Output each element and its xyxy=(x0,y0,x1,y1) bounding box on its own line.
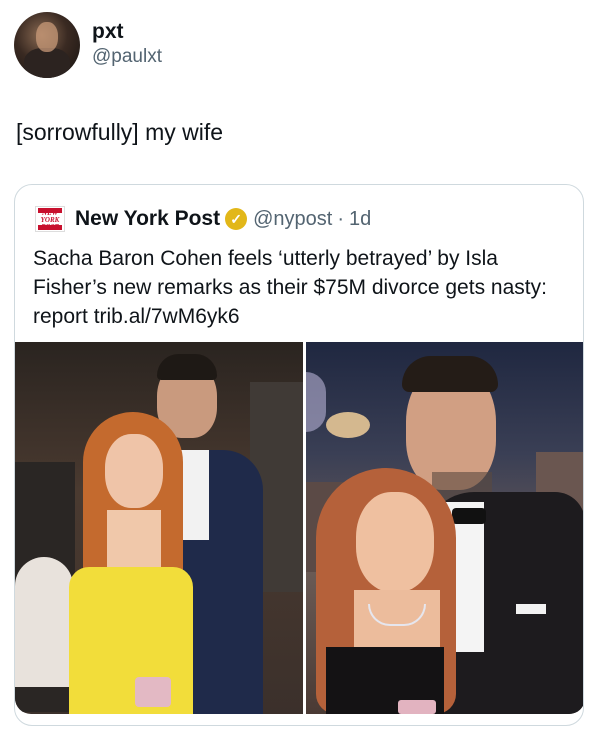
background-person-white xyxy=(15,557,73,687)
verified-badge-icon: ✓ xyxy=(225,208,248,230)
nypost-logo[interactable]: NEWYORKPOST xyxy=(35,206,65,232)
media-grid xyxy=(15,342,583,714)
photo-left[interactable] xyxy=(15,342,303,714)
tweet-text: [sorrowfully] my wife xyxy=(16,119,224,145)
tweet-header: pxt @paulxt xyxy=(14,12,162,78)
woman-face xyxy=(105,434,163,508)
chandelier xyxy=(326,412,370,438)
quoted-handle[interactable]: @nypost xyxy=(253,208,332,231)
stage-light xyxy=(306,372,326,432)
man-hair xyxy=(402,356,498,392)
phone xyxy=(398,700,436,714)
photo-right[interactable] xyxy=(306,342,583,714)
woman-face xyxy=(356,492,434,592)
quoted-timestamp[interactable]: 1d xyxy=(349,208,371,231)
display-name[interactable]: pxt xyxy=(92,20,162,44)
man-hair xyxy=(157,354,217,380)
woman-yellow-dress xyxy=(69,567,193,714)
woman-chest xyxy=(107,510,161,570)
quoted-display-name[interactable]: New York Post xyxy=(75,207,220,231)
quoted-tweet-header: NEWYORKPOST New York Post ✓ @nypost · 1d xyxy=(35,205,371,233)
user-handle[interactable]: @paulxt xyxy=(92,44,162,70)
user-names: pxt @paulxt xyxy=(92,20,162,70)
avatar-face xyxy=(36,22,58,52)
user-avatar[interactable] xyxy=(14,12,80,78)
phone-in-hand xyxy=(135,677,171,707)
pocket-square xyxy=(516,604,546,614)
bow-tie xyxy=(452,508,486,524)
quoted-tweet[interactable]: NEWYORKPOST New York Post ✓ @nypost · 1d… xyxy=(14,184,584,726)
logo-bottom-bar xyxy=(38,225,62,230)
quoted-tweet-text: Sacha Baron Cohen feels ‘utterly betraye… xyxy=(33,247,547,328)
avatar-silhouette xyxy=(24,48,70,78)
separator-dot: · xyxy=(337,207,345,230)
